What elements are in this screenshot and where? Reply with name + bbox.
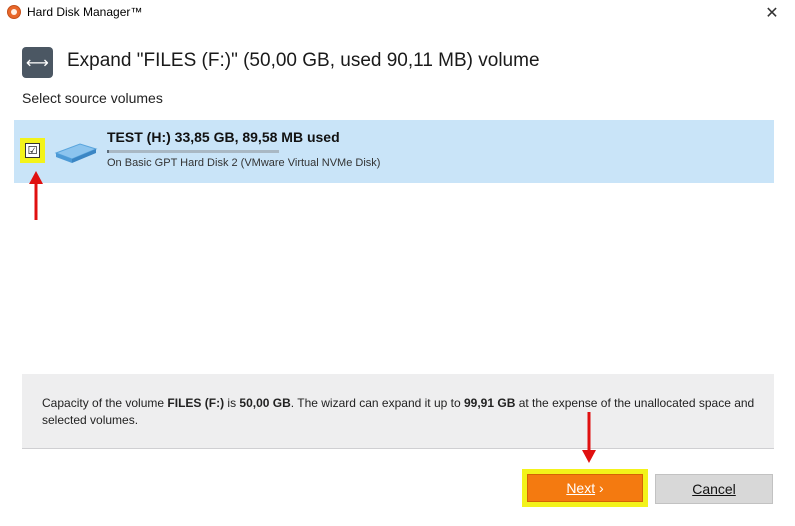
annotation-arrow-up-icon <box>29 171 43 220</box>
page-title: Expand "FILES (F:)" (50,00 GB, used 90,1… <box>67 50 540 71</box>
cancel-button[interactable]: Cancel <box>655 474 773 504</box>
expand-arrows-icon: ⟷ <box>22 47 53 78</box>
info-panel: Capacity of the volume FILES (F:) is 50,… <box>22 374 774 449</box>
volume-usage-fill <box>107 150 109 153</box>
source-volumes-label: Select source volumes <box>22 90 163 106</box>
next-button-highlight: Next › <box>522 469 648 507</box>
next-button[interactable]: Next › <box>527 474 643 502</box>
window-title: Hard Disk Manager™ <box>27 5 143 19</box>
annotation-arrow-down-icon <box>582 412 596 463</box>
volume-list-item[interactable]: ☑ TEST (H:) 33,85 GB, 89,58 MB used On B… <box>14 120 774 183</box>
checkbox-highlight: ☑ <box>20 138 45 163</box>
drive-icon <box>54 143 98 163</box>
info-capacity: 50,00 GB <box>239 396 291 410</box>
info-max-size: 99,91 GB <box>464 396 516 410</box>
volume-name: TEST (H:) 33,85 GB, 89,58 MB used <box>107 129 340 145</box>
close-button[interactable]: ✕ <box>757 2 787 24</box>
info-volume: FILES (F:) <box>167 396 225 410</box>
volume-usage-bar <box>107 150 279 153</box>
app-logo-icon <box>7 5 21 19</box>
info-text: Capacity of the volume FILES (F:) is 50,… <box>42 396 755 427</box>
volume-checkbox[interactable]: ☑ <box>25 143 40 158</box>
volume-disk-info: On Basic GPT Hard Disk 2 (VMware Virtual… <box>107 157 381 169</box>
title-bar: Hard Disk Manager™ ✕ <box>0 0 795 28</box>
